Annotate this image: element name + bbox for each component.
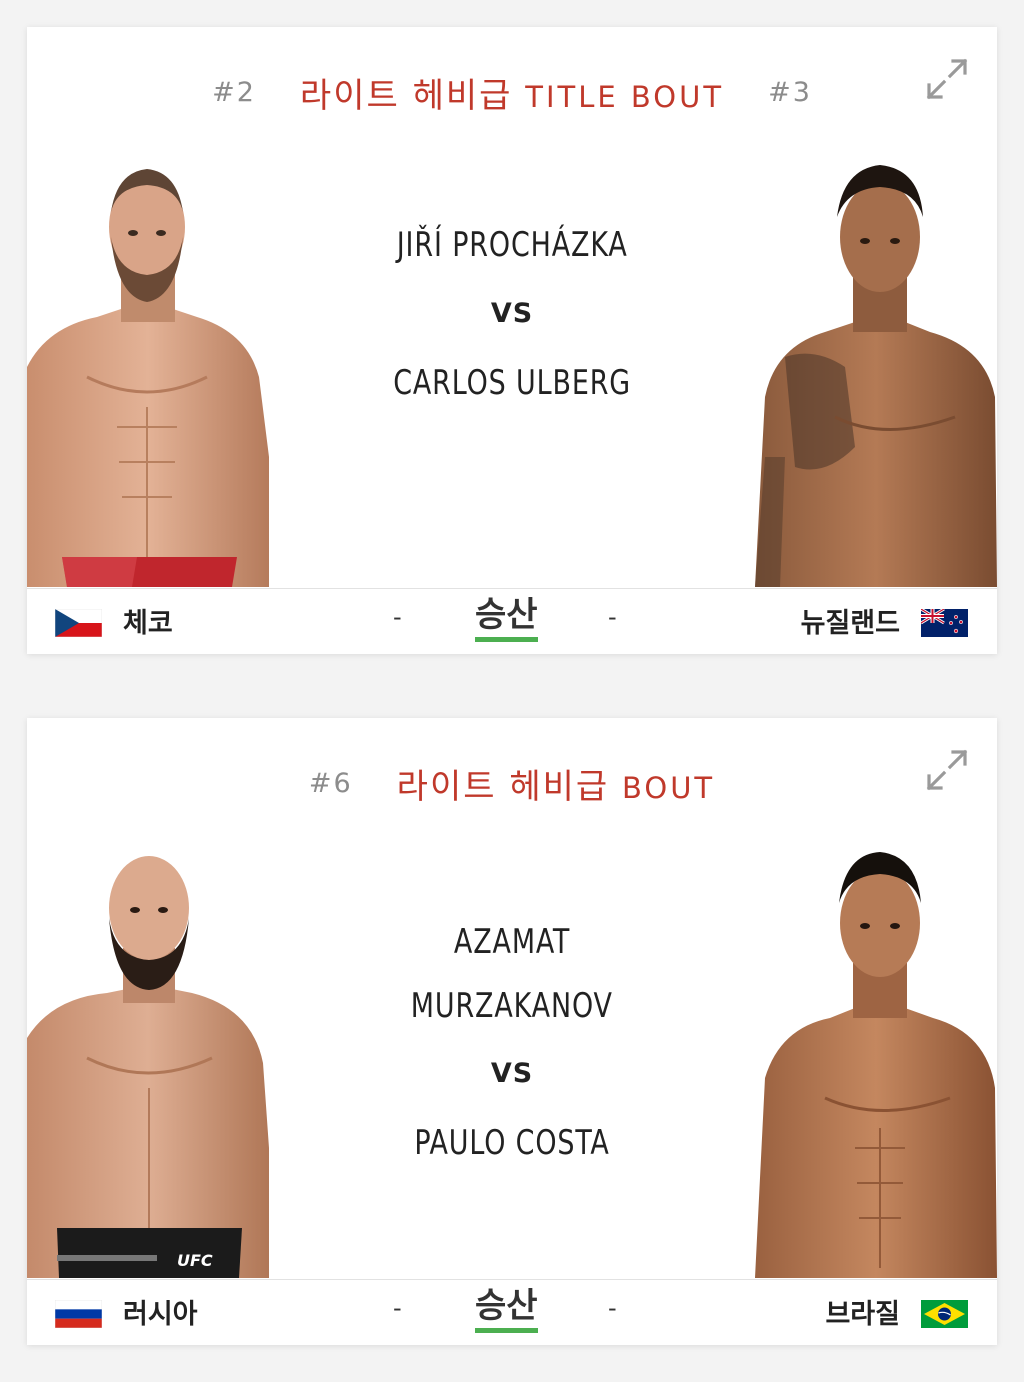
bout-header: #6 라이트 헤비급 BOUT bbox=[27, 758, 997, 808]
matchup-names: JIŘÍ PROCHÁZKA VS CARLOS ULBERG bbox=[287, 157, 737, 587]
new-zealand-flag-icon bbox=[921, 609, 968, 637]
fighter-name-red-first[interactable]: AZAMAT bbox=[454, 910, 570, 974]
odds-left: - bbox=[393, 1294, 402, 1322]
country-left: 러시아 bbox=[123, 1299, 198, 1330]
fighter-name-red-last[interactable]: MURZAKANOV bbox=[411, 974, 613, 1038]
bout-card[interactable]: #2 라이트 헤비급 TITLE BOUT #3 JIŘÍ PROCHÁZKA … bbox=[27, 27, 997, 654]
vs-label: VS bbox=[490, 298, 534, 329]
fighter-photo-left[interactable] bbox=[27, 157, 269, 587]
fighter-photo-right[interactable] bbox=[755, 157, 997, 587]
rank-right: #3 bbox=[768, 76, 812, 108]
bout-title: 라이트 헤비급 BOUT bbox=[397, 759, 715, 808]
russia-flag-icon bbox=[55, 1300, 102, 1328]
czech-flag-icon bbox=[55, 609, 102, 637]
odds-right: - bbox=[608, 603, 617, 631]
rank-left: #6 bbox=[308, 767, 353, 799]
bout-footer: 러시아 - 승산 - 브라질 bbox=[27, 1279, 997, 1345]
bout-card[interactable]: #6 라이트 헤비급 BOUT UFC AZAMAT MURZAKANOV VS… bbox=[27, 718, 997, 1345]
country-right: 브라질 bbox=[825, 1299, 900, 1330]
expand-icon[interactable] bbox=[923, 55, 971, 103]
matchup-names: AZAMAT MURZAKANOV VS PAULO COSTA bbox=[287, 848, 737, 1278]
rank-left: #2 bbox=[212, 76, 256, 108]
vs-label: VS bbox=[490, 1058, 534, 1089]
brazil-flag-icon bbox=[921, 1300, 968, 1328]
bout-title: 라이트 헤비급 TITLE BOUT bbox=[300, 68, 724, 117]
odds-right: - bbox=[608, 1294, 617, 1322]
fighter-photo-left[interactable]: UFC bbox=[27, 848, 269, 1278]
bout-footer: 체코 - 승산 - 뉴질랜드 bbox=[27, 588, 997, 654]
odds-tab[interactable]: 승산 bbox=[475, 593, 538, 642]
country-right: 뉴질랜드 bbox=[800, 608, 900, 639]
svg-text:UFC: UFC bbox=[177, 1251, 213, 1270]
bout-type-label: TITLE BOUT bbox=[525, 79, 725, 114]
weight-class-label: 라이트 헤비급 bbox=[396, 766, 610, 807]
fighter-name-blue[interactable]: PAULO COSTA bbox=[414, 1110, 609, 1176]
bout-header: #2 라이트 헤비급 TITLE BOUT #3 bbox=[27, 67, 997, 117]
fighter-photo-right[interactable] bbox=[755, 848, 997, 1278]
fighter-name-blue[interactable]: CARLOS ULBERG bbox=[393, 350, 631, 416]
odds-tab[interactable]: 승산 bbox=[475, 1284, 538, 1333]
country-left: 체코 bbox=[123, 608, 173, 639]
bout-type-label: BOUT bbox=[621, 770, 716, 805]
fighter-name-red[interactable]: JIŘÍ PROCHÁZKA bbox=[397, 212, 628, 278]
weight-class-label: 라이트 헤비급 bbox=[299, 75, 513, 116]
odds-left: - bbox=[393, 603, 402, 631]
expand-icon[interactable] bbox=[923, 746, 971, 794]
